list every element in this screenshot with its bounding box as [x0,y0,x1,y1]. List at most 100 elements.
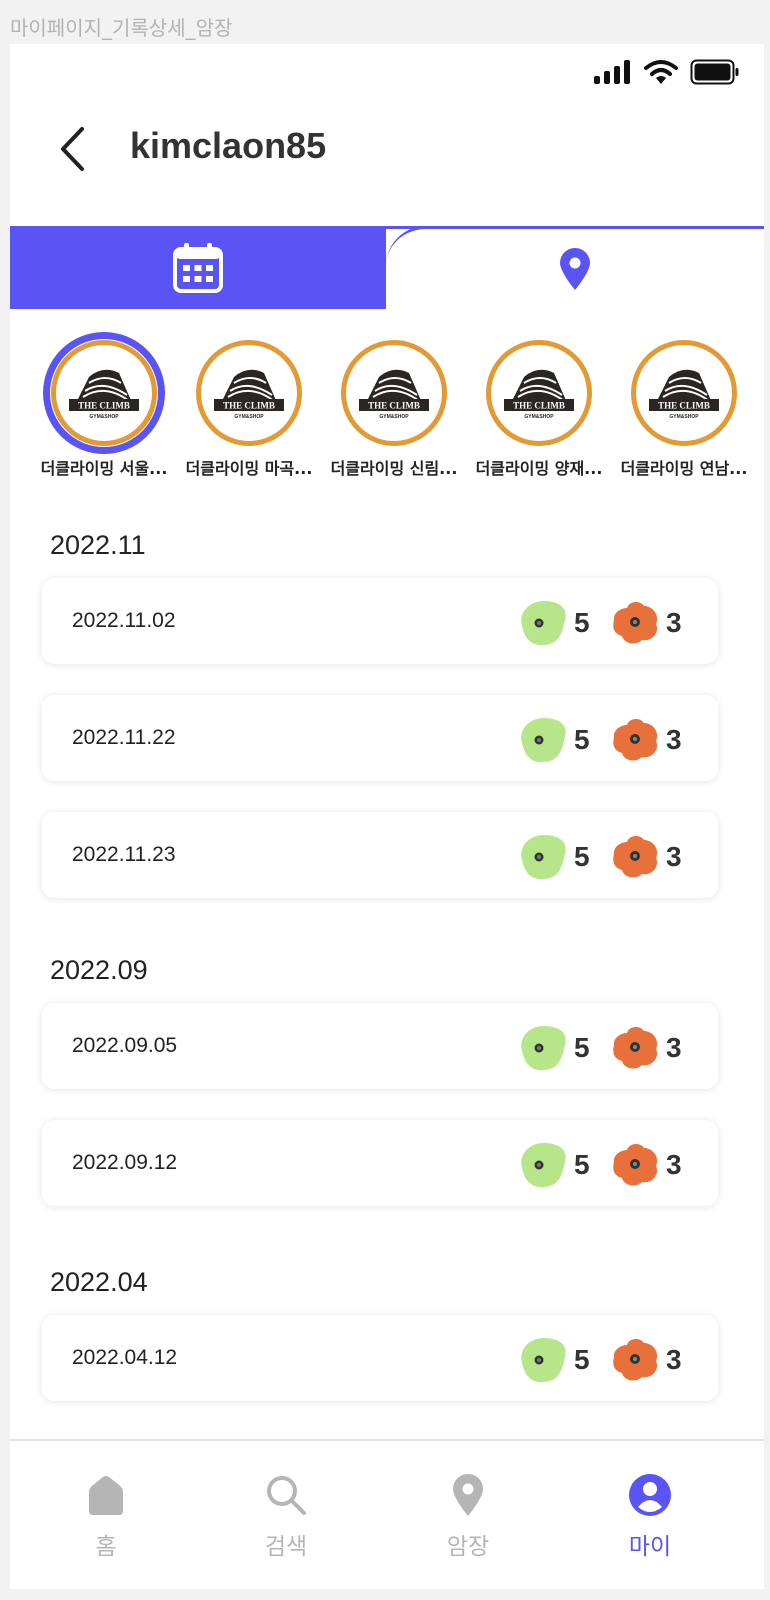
the-climb-logo-icon: THE CLIMB GYM&SHOP [649,369,719,420]
record-card[interactable]: 2022.09.05 5 3 [42,1003,718,1089]
tab-calendar[interactable] [10,226,386,309]
orange-hold-count: 3 [666,1032,682,1063]
location-pin-icon [560,248,590,290]
orange-hold-stat: 3 [610,1140,682,1190]
location-pin-icon [453,1474,483,1516]
nav-item[interactable]: 암장 [408,1471,528,1561]
gym-name: 더클라이밍 신림... [330,459,458,478]
view-tabs [10,226,764,309]
logo-sub-text: GYM&SHOP [524,414,554,420]
signal-icon [594,60,630,84]
month-label: 2022.04 [50,1267,148,1297]
orange-hold-count: 3 [666,724,682,755]
record-date: 2022.11.23 [72,843,176,866]
record-date: 2022.09.12 [72,1151,178,1174]
record-date: 2022.11.02 [72,609,176,632]
gym-list: THE CLIMB GYM&SHOP 더클라이밍 서울... THE CLIMB… [10,332,764,490]
tab-location[interactable] [386,226,764,309]
green-hold-stat: 5 [516,598,590,648]
orange-hold-icon [613,1144,658,1186]
record-date: 2022.11.22 [72,726,176,749]
logo-main-text: THE CLIMB [78,401,130,411]
nav-item[interactable]: 마이 [590,1471,710,1561]
record-card[interactable]: 2022.11.23 5 3 [42,812,718,898]
logo-sub-text: GYM&SHOP [234,414,264,420]
green-hold-icon [521,1142,566,1188]
green-hold-icon [521,1025,566,1071]
home-icon [89,1476,123,1515]
orange-hold-count: 3 [666,1344,682,1375]
record-card[interactable]: 2022.11.22 5 3 [42,695,718,781]
orange-hold-icon [613,1027,658,1069]
orange-hold-icon [613,719,658,761]
gym-item[interactable]: THE CLIMB GYM&SHOP 더클라이밍 서울... [34,332,174,479]
gym-logo: THE CLIMB GYM&SHOP [43,332,165,454]
gym-name: 더클라이밍 연남... [620,459,748,478]
the-climb-logo-icon: THE CLIMB GYM&SHOP [504,369,574,420]
nav-item[interactable]: 검색 [226,1471,346,1561]
green-hold-icon [521,600,566,646]
nav-icon [590,1471,710,1519]
chevron-left-icon [61,127,84,171]
nav-icon [46,1471,166,1519]
green-hold-count: 5 [574,841,590,872]
orange-hold-count: 3 [666,841,682,872]
logo-sub-text: GYM&SHOP [379,414,409,420]
month-label: 2022.11 [50,530,146,560]
calendar-icon [173,242,223,293]
nav-label: 암장 [446,1534,490,1560]
search-icon [267,1476,306,1515]
record-card[interactable]: 2022.04.12 5 3 [42,1315,718,1401]
page-title: kimclaon85 [130,125,327,166]
record-card[interactable]: 2022.11.02 5 3 [42,578,718,664]
green-hold-stat: 5 [516,1140,590,1190]
green-hold-stat: 5 [516,1023,590,1073]
the-climb-logo-icon: THE CLIMB GYM&SHOP [69,369,139,420]
record-date: 2022.04.12 [72,1346,178,1369]
nav-label: 마이 [628,1534,672,1560]
orange-hold-count: 3 [666,1149,682,1180]
nav-item[interactable]: 홈 [46,1471,166,1561]
gym-logo: THE CLIMB GYM&SHOP [341,340,447,446]
nav-label: 검색 [264,1534,308,1560]
the-climb-logo-icon: THE CLIMB GYM&SHOP [214,369,284,420]
logo-main-text: THE CLIMB [513,401,565,411]
back-button[interactable] [42,119,102,179]
logo-main-text: THE CLIMB [223,401,275,411]
logo-main-text: THE CLIMB [368,401,420,411]
the-climb-logo-icon: THE CLIMB GYM&SHOP [359,369,429,420]
gym-item[interactable]: THE CLIMB GYM&SHOP 더클라이밍 양재... [469,340,609,479]
green-hold-count: 5 [574,1032,590,1063]
nav-label: 홈 [95,1534,117,1560]
month-label: 2022.09 [50,955,148,985]
status-bar [594,54,740,90]
nav-icon [226,1471,346,1519]
orange-hold-icon [613,836,658,878]
green-hold-count: 5 [574,724,590,755]
green-hold-stat: 5 [516,715,590,765]
header: kimclaon85 [10,119,764,199]
record-date: 2022.09.05 [72,1034,178,1057]
green-hold-icon [521,834,566,880]
gym-item[interactable]: THE CLIMB GYM&SHOP 더클라이밍 마곡... [179,340,319,479]
nav-icon [408,1471,528,1519]
bottom-nav: 홈 검색 암장 마이 [10,1439,764,1589]
orange-hold-stat: 3 [610,598,682,648]
orange-hold-icon [613,602,658,644]
orange-hold-stat: 3 [610,1335,682,1385]
gym-name: 더클라이밍 서울... [40,459,168,478]
green-hold-count: 5 [574,1344,590,1375]
record-card[interactable]: 2022.09.12 5 3 [42,1120,718,1206]
user-icon [629,1474,671,1516]
frame-label: 마이페이지_기록상세_암장 [10,16,233,40]
green-hold-stat: 5 [516,832,590,882]
logo-main-text: THE CLIMB [658,401,710,411]
gym-logo: THE CLIMB GYM&SHOP [631,340,737,446]
logo-sub-text: GYM&SHOP [669,414,699,420]
gym-item[interactable]: THE CLIMB GYM&SHOP 더클라이밍 신림... [324,340,464,479]
orange-hold-stat: 3 [610,1023,682,1073]
gym-name: 더클라이밍 마곡... [185,459,313,478]
orange-hold-stat: 3 [610,832,682,882]
gym-item[interactable]: THE CLIMB GYM&SHOP 더클라이밍 연남... [614,340,754,479]
green-hold-icon [521,717,566,763]
